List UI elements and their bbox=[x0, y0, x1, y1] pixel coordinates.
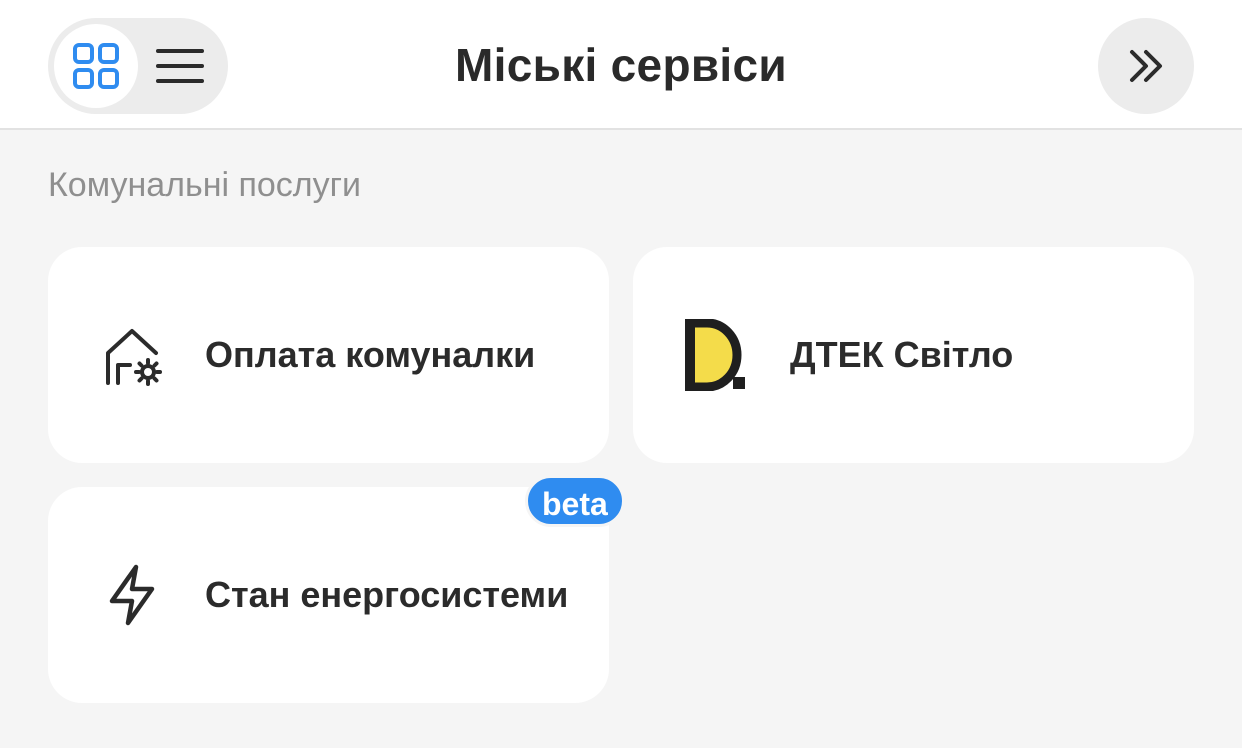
house-gear-icon bbox=[100, 323, 164, 387]
service-card-energy-system-status[interactable]: Стан енергосистеми bbox=[48, 487, 609, 703]
service-card-dtek-svitlo[interactable]: ДТЕК Світло bbox=[633, 247, 1194, 463]
double-chevron-right-icon bbox=[1130, 50, 1162, 82]
list-view-icon bbox=[156, 49, 204, 83]
card-label: ДТЕК Світло bbox=[790, 334, 1014, 375]
card-label: Оплата комуналки bbox=[205, 334, 536, 375]
section-title: Комунальні послуги bbox=[48, 166, 362, 204]
card-label: Стан енергосистеми bbox=[205, 574, 569, 615]
grid-view-button[interactable] bbox=[54, 24, 138, 108]
view-mode-toggle bbox=[48, 18, 228, 114]
service-card-utilities-payment[interactable]: Оплата комуналки bbox=[48, 247, 609, 463]
dtek-logo bbox=[685, 319, 749, 391]
lightning-icon bbox=[100, 563, 164, 627]
beta-badge: beta bbox=[525, 475, 625, 527]
forward-button[interactable] bbox=[1098, 18, 1194, 114]
list-view-button[interactable] bbox=[138, 24, 222, 108]
grid-view-icon bbox=[73, 43, 119, 89]
top-bar: Міські сервіси bbox=[0, 0, 1242, 130]
